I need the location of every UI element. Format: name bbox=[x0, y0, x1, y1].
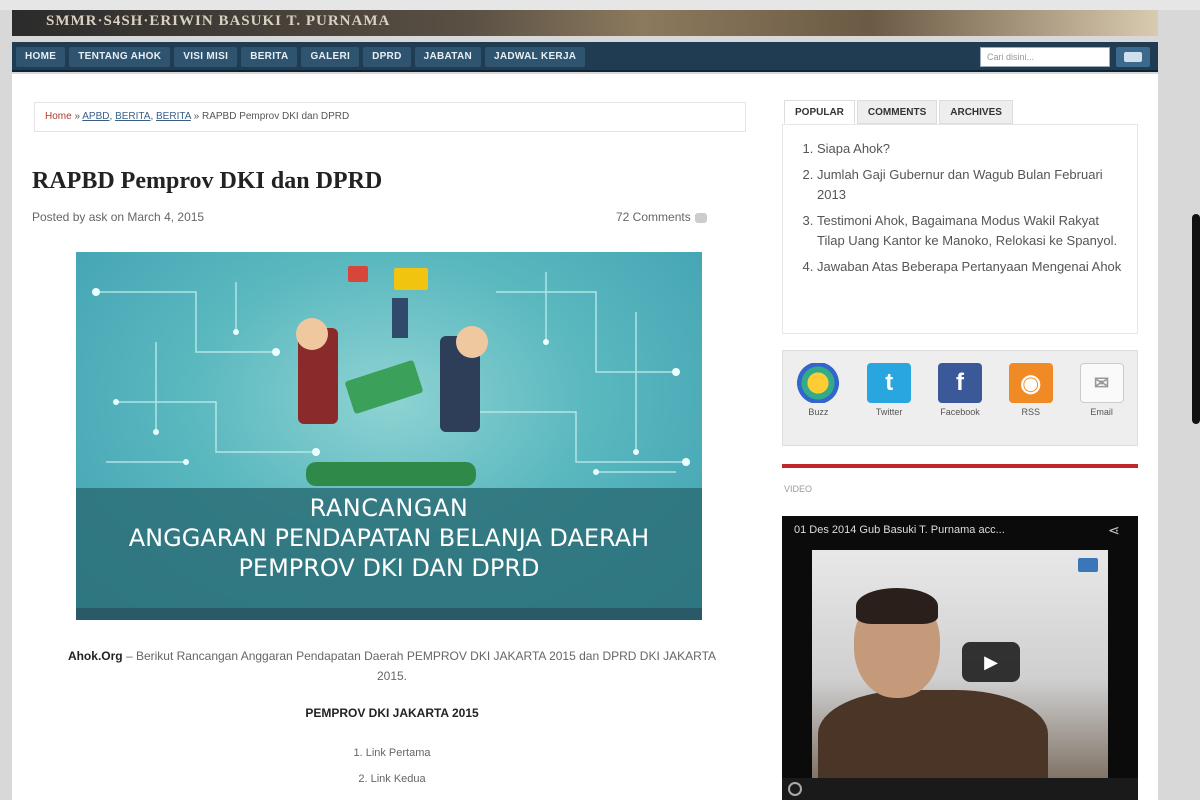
breadcrumb-separator: » bbox=[74, 111, 81, 122]
nav-item-home[interactable]: Home bbox=[16, 47, 66, 67]
social-label: RSS bbox=[1021, 407, 1041, 417]
post-comments-link[interactable]: 72 Comments bbox=[616, 210, 707, 224]
play-icon: ▶ bbox=[984, 651, 998, 672]
site-banner[interactable]: SMMR·S4SH·ERIWIN BASUKI T. PURNAMA bbox=[12, 10, 1158, 36]
buzz-icon bbox=[796, 363, 841, 403]
page-content: Home » APBD, BERITA, BERITA » RAPBD Pemp… bbox=[12, 74, 1158, 800]
facebook-icon: f bbox=[937, 363, 982, 403]
tab-popular[interactable]: Popular bbox=[784, 100, 855, 124]
video-section-heading: Video bbox=[784, 484, 813, 494]
post-meta: Posted by ask on March 4, 2015 bbox=[32, 210, 205, 224]
link-item-2[interactable]: 2. Link Kedua bbox=[52, 766, 732, 792]
popular-post-item[interactable]: Siapa Ahok? bbox=[817, 139, 1127, 159]
video-player[interactable]: 01 Des 2014 Gub Basuki T. Purnama acc...… bbox=[782, 516, 1138, 800]
lead-site-name[interactable]: Ahok.Org bbox=[68, 649, 123, 663]
post-lead: Ahok.Org – Berikut Rancangan Anggaran Pe… bbox=[52, 646, 732, 686]
social-label: Twitter bbox=[875, 407, 903, 417]
link-item-1[interactable]: 1. Link Pertama bbox=[52, 740, 732, 766]
breadcrumb-category-berita[interactable]: BERITA bbox=[115, 111, 150, 122]
video-title[interactable]: 01 Des 2014 Gub Basuki T. Purnama acc... bbox=[794, 524, 1005, 536]
section-divider bbox=[782, 464, 1138, 468]
lead-text: – Berikut Rancangan Anggaran Pendapatan … bbox=[122, 649, 717, 683]
image-caption-band: RANCANGAN ANGGARAN PENDAPATAN BELANJA DA… bbox=[76, 488, 702, 608]
search-button[interactable] bbox=[1116, 47, 1150, 67]
post-title[interactable]: RAPBD Pemprov DKI dan DPRD bbox=[32, 168, 382, 195]
tab-archives[interactable]: Archives bbox=[939, 100, 1013, 124]
email-icon: ✉ bbox=[1079, 363, 1124, 403]
popular-posts-list: Siapa Ahok? Jumlah Gaji Gubernur dan Wag… bbox=[817, 139, 1127, 277]
image-caption-line-1: RANCANGAN bbox=[309, 494, 469, 522]
nav-item-jadwal-kerja[interactable]: Jadwal Kerja bbox=[485, 47, 586, 67]
popular-posts-panel: Siapa Ahok? Jumlah Gaji Gubernur dan Wag… bbox=[782, 124, 1138, 334]
popular-post-item[interactable]: Jawaban Atas Beberapa Pertanyaan Mengena… bbox=[817, 257, 1127, 277]
background-shape bbox=[1192, 214, 1200, 424]
channel-logo-icon bbox=[1078, 558, 1098, 572]
banner-text: SMMR·S4SH·ERIWIN BASUKI T. PURNAMA bbox=[46, 13, 391, 29]
twitter-icon: t bbox=[867, 363, 912, 403]
social-facebook[interactable]: f Facebook bbox=[931, 363, 989, 445]
link-list: 1. Link Pertama 2. Link Kedua bbox=[52, 740, 732, 792]
social-twitter[interactable]: t Twitter bbox=[860, 363, 918, 445]
search-input[interactable]: Cari disini... bbox=[980, 47, 1110, 67]
play-button[interactable]: ▶ bbox=[962, 642, 1020, 682]
featured-image: RANCANGAN ANGGARAN PENDAPATAN BELANJA DA… bbox=[76, 252, 702, 620]
main-navbar: Home Tentang Ahok Visi Misi Berita Galer… bbox=[12, 42, 1158, 72]
comments-count: 72 Comments bbox=[616, 210, 691, 224]
loading-icon bbox=[788, 782, 802, 796]
breadcrumb-separator-2: » bbox=[193, 111, 200, 122]
breadcrumb-current: RAPBD Pemprov DKI dan DPRD bbox=[201, 111, 350, 122]
breadcrumb-home[interactable]: Home bbox=[45, 111, 72, 122]
social-email[interactable]: ✉ Email bbox=[1073, 363, 1131, 445]
social-links: Buzz t Twitter f Facebook ◉ RSS ✉ Email bbox=[782, 350, 1138, 446]
browser-top-strip bbox=[0, 0, 1200, 10]
nav-menu: Home Tentang Ahok Visi Misi Berita Galer… bbox=[16, 47, 586, 67]
social-label: Facebook bbox=[940, 407, 980, 417]
video-person-hair bbox=[856, 588, 938, 624]
breadcrumb-category-apbd[interactable]: APBD bbox=[82, 111, 109, 122]
nav-item-galeri[interactable]: Galeri bbox=[301, 47, 360, 67]
sidebar-tabs: Popular Comments Archives bbox=[784, 100, 1015, 124]
tab-comments[interactable]: Comments bbox=[856, 100, 938, 124]
share-icon[interactable]: ⋖ bbox=[1108, 522, 1120, 539]
social-rss[interactable]: ◉ RSS bbox=[1002, 363, 1060, 445]
comment-bubble-icon bbox=[694, 212, 707, 223]
nav-item-dprd[interactable]: DPRD bbox=[363, 47, 411, 67]
image-caption-line-3: PEMPROV DKI DAN DPRD bbox=[238, 554, 540, 582]
rss-icon: ◉ bbox=[1008, 363, 1053, 403]
page-gutter bbox=[1158, 74, 1200, 800]
video-frame: ▶ bbox=[812, 550, 1108, 800]
image-floor bbox=[76, 608, 702, 620]
social-label: Buzz bbox=[808, 407, 829, 417]
nav-item-visi-misi[interactable]: Visi Misi bbox=[174, 47, 238, 67]
nav-item-berita[interactable]: Berita bbox=[241, 47, 298, 67]
video-controls-bar bbox=[782, 778, 1138, 800]
popular-post-item[interactable]: Testimoni Ahok, Bagaimana Modus Wakil Ra… bbox=[817, 211, 1127, 251]
social-buzz[interactable]: Buzz bbox=[789, 363, 847, 445]
breadcrumb: Home » APBD, BERITA, BERITA » RAPBD Pemp… bbox=[34, 102, 746, 132]
image-caption-line-2: ANGGARAN PENDAPATAN BELANJA DAERAH bbox=[128, 524, 650, 552]
breadcrumb-category-berita-2[interactable]: BERITA bbox=[156, 111, 191, 122]
nav-item-jabatan[interactable]: Jabatan bbox=[414, 47, 482, 67]
popular-post-item[interactable]: Jumlah Gaji Gubernur dan Wagub Bulan Feb… bbox=[817, 165, 1127, 205]
search-icon bbox=[1124, 52, 1142, 62]
section-heading: PEMPROV DKI JAKARTA 2015 bbox=[305, 706, 479, 720]
nav-item-tentang-ahok[interactable]: Tentang Ahok bbox=[69, 47, 171, 67]
social-label: Email bbox=[1090, 407, 1113, 417]
